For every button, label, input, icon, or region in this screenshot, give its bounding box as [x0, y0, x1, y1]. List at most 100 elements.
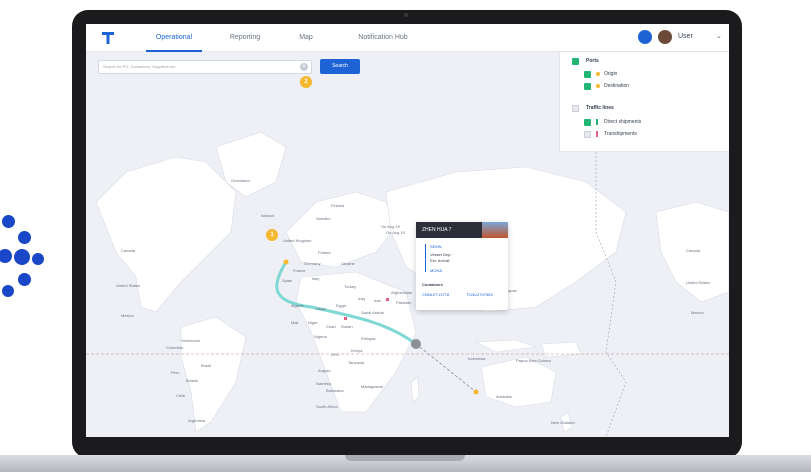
label-us-right: United States	[686, 280, 710, 285]
label-png: Papua New Guinea	[516, 358, 551, 363]
label-finland: Finland	[331, 203, 344, 208]
label-libya: Libya	[316, 306, 326, 311]
vessel-popup[interactable]: ZHEN HUA 7 SEMN Vessel Dep.: Est. Arriva…	[416, 222, 508, 310]
label-australia: Australia	[496, 394, 512, 399]
label-chile: Chile	[176, 393, 186, 398]
label-mali: Mali	[291, 320, 298, 325]
tab-reporting[interactable]: Reporting	[220, 24, 270, 52]
app-screen: Greenland Iceland Sweden Finland United …	[86, 24, 729, 437]
label-colombia: Colombia	[166, 345, 184, 350]
label-france: France	[293, 268, 306, 273]
label-mexico-right: Mexico	[691, 310, 704, 315]
container-link-b[interactable]: TCNU2797983	[466, 292, 493, 297]
label-iceland: Iceland	[261, 213, 274, 218]
step-badge-map: 1	[266, 229, 278, 241]
destination-code[interactable]: MOHA	[430, 268, 442, 273]
label-kenya: Kenya	[351, 348, 363, 353]
page: Greenland Iceland Sweden Finland United …	[0, 0, 811, 472]
destination-checkbox[interactable]	[584, 83, 591, 90]
label-niger: Niger	[308, 320, 318, 325]
label-brazil: Brazil	[201, 363, 211, 368]
user-avatar[interactable]	[658, 30, 672, 44]
port-marker-a[interactable]	[344, 317, 347, 320]
label-ethiopia: Ethiopia	[361, 336, 376, 341]
chevron-down-icon[interactable]: ⌄	[716, 32, 722, 40]
top-nav: Operational Reporting Map Notification H…	[86, 24, 729, 52]
origin-checkbox[interactable]	[584, 71, 591, 78]
camera-icon	[404, 13, 408, 17]
origin-port-marker[interactable]	[283, 259, 289, 265]
label-italy: Italy	[312, 276, 319, 281]
brand-dots-logo	[0, 195, 60, 315]
label-iraq: Iraq	[358, 296, 365, 301]
step-badge-search: 2	[300, 76, 312, 88]
ports-checkbox[interactable]	[572, 58, 579, 65]
origin-label: Origin	[604, 71, 618, 77]
destination-label: Destination	[604, 83, 630, 89]
label-sweden: Sweden	[316, 216, 330, 221]
label-south-africa: South Africa	[316, 404, 338, 409]
label-saudi: Saudi Arabia	[361, 310, 384, 315]
label-tanzania: Tanzania	[348, 360, 365, 365]
vessel-arr-label: Est. Arrival:	[430, 258, 451, 263]
tab-map[interactable]: Map	[291, 24, 321, 52]
label-turkey: Turkey	[344, 284, 356, 289]
label-botswana: Botswana	[326, 388, 344, 393]
tab-operational[interactable]: Operational	[146, 24, 202, 52]
direct-label: Direct shipments	[604, 119, 642, 125]
label-iran: Iran	[374, 298, 381, 303]
label-chad: Chad	[326, 324, 336, 329]
label-nz: New Zealand	[551, 420, 575, 425]
destination-swatch-icon	[596, 84, 600, 88]
label-madagascar: Madagascar	[361, 384, 384, 389]
transhipment-label: Transhipments	[604, 131, 637, 137]
label-drc: DRC	[331, 352, 340, 357]
vessel-dep-label: Vessel Dep.:	[430, 252, 453, 257]
label-egypt: Egypt	[336, 303, 347, 308]
vessel-marker[interactable]	[411, 339, 421, 349]
tab-notification-hub[interactable]: Notification Hub	[348, 24, 418, 52]
label-pakistan: Pakistan	[396, 300, 411, 305]
transhipment-checkbox[interactable]	[584, 131, 591, 138]
label-ukraine: Ukraine	[341, 261, 356, 266]
origin-swatch-icon	[596, 72, 600, 76]
label-nigeria: Nigeria	[314, 334, 327, 339]
traffic-lines-checkbox[interactable]	[572, 105, 579, 112]
label-us: United States	[116, 283, 140, 288]
label-sudan: Sudan	[341, 324, 353, 329]
label-indonesia: Indonesia	[468, 356, 486, 361]
container-link-a[interactable]: CNNLET13778	[422, 292, 449, 297]
legend-panel: Ports Origin Destination Traffic lines D…	[559, 52, 729, 152]
user-name[interactable]: User	[678, 33, 693, 40]
label-angola: Angola	[318, 368, 331, 373]
direct-swatch-icon	[596, 119, 598, 125]
direct-checkbox[interactable]	[584, 119, 591, 126]
label-aug-1: On Aug 19	[381, 224, 401, 229]
label-venezuela: Venezuela	[181, 338, 200, 343]
label-bolivia: Bolivia	[186, 378, 199, 383]
search-button[interactable]: Search	[320, 59, 360, 74]
label-namibia: Namibia	[316, 381, 331, 386]
vessel-image	[482, 222, 508, 238]
label-argentina: Argentina	[188, 418, 206, 423]
label-afghanistan: Afghanistan	[391, 290, 412, 295]
laptop-notch	[345, 455, 465, 461]
notification-icon[interactable]	[638, 30, 652, 44]
transhipment-swatch-icon	[596, 131, 598, 137]
ports-title: Ports	[586, 58, 599, 64]
port-marker-b[interactable]	[386, 298, 389, 301]
label-aug-2: On Aug 19	[386, 230, 406, 235]
clear-search-icon[interactable]: ×	[300, 63, 308, 71]
origin-code[interactable]: SEMN	[430, 244, 442, 249]
label-peru: Peru	[171, 370, 179, 375]
containers-label: Containers	[422, 282, 443, 287]
label-germany: Germany	[304, 261, 320, 266]
label-uk: United Kingdom	[283, 238, 312, 243]
traffic-lines-title: Traffic lines	[586, 105, 614, 111]
label-algeria: Algeria	[291, 303, 304, 308]
search-input[interactable]: Search for PO, Containers, Suppliers etc	[98, 60, 312, 74]
label-canada-right: Canada	[686, 248, 701, 253]
destination-port-marker[interactable]	[473, 389, 479, 395]
label-poland: Poland	[318, 250, 330, 255]
telstra-logo-icon[interactable]	[100, 30, 116, 46]
